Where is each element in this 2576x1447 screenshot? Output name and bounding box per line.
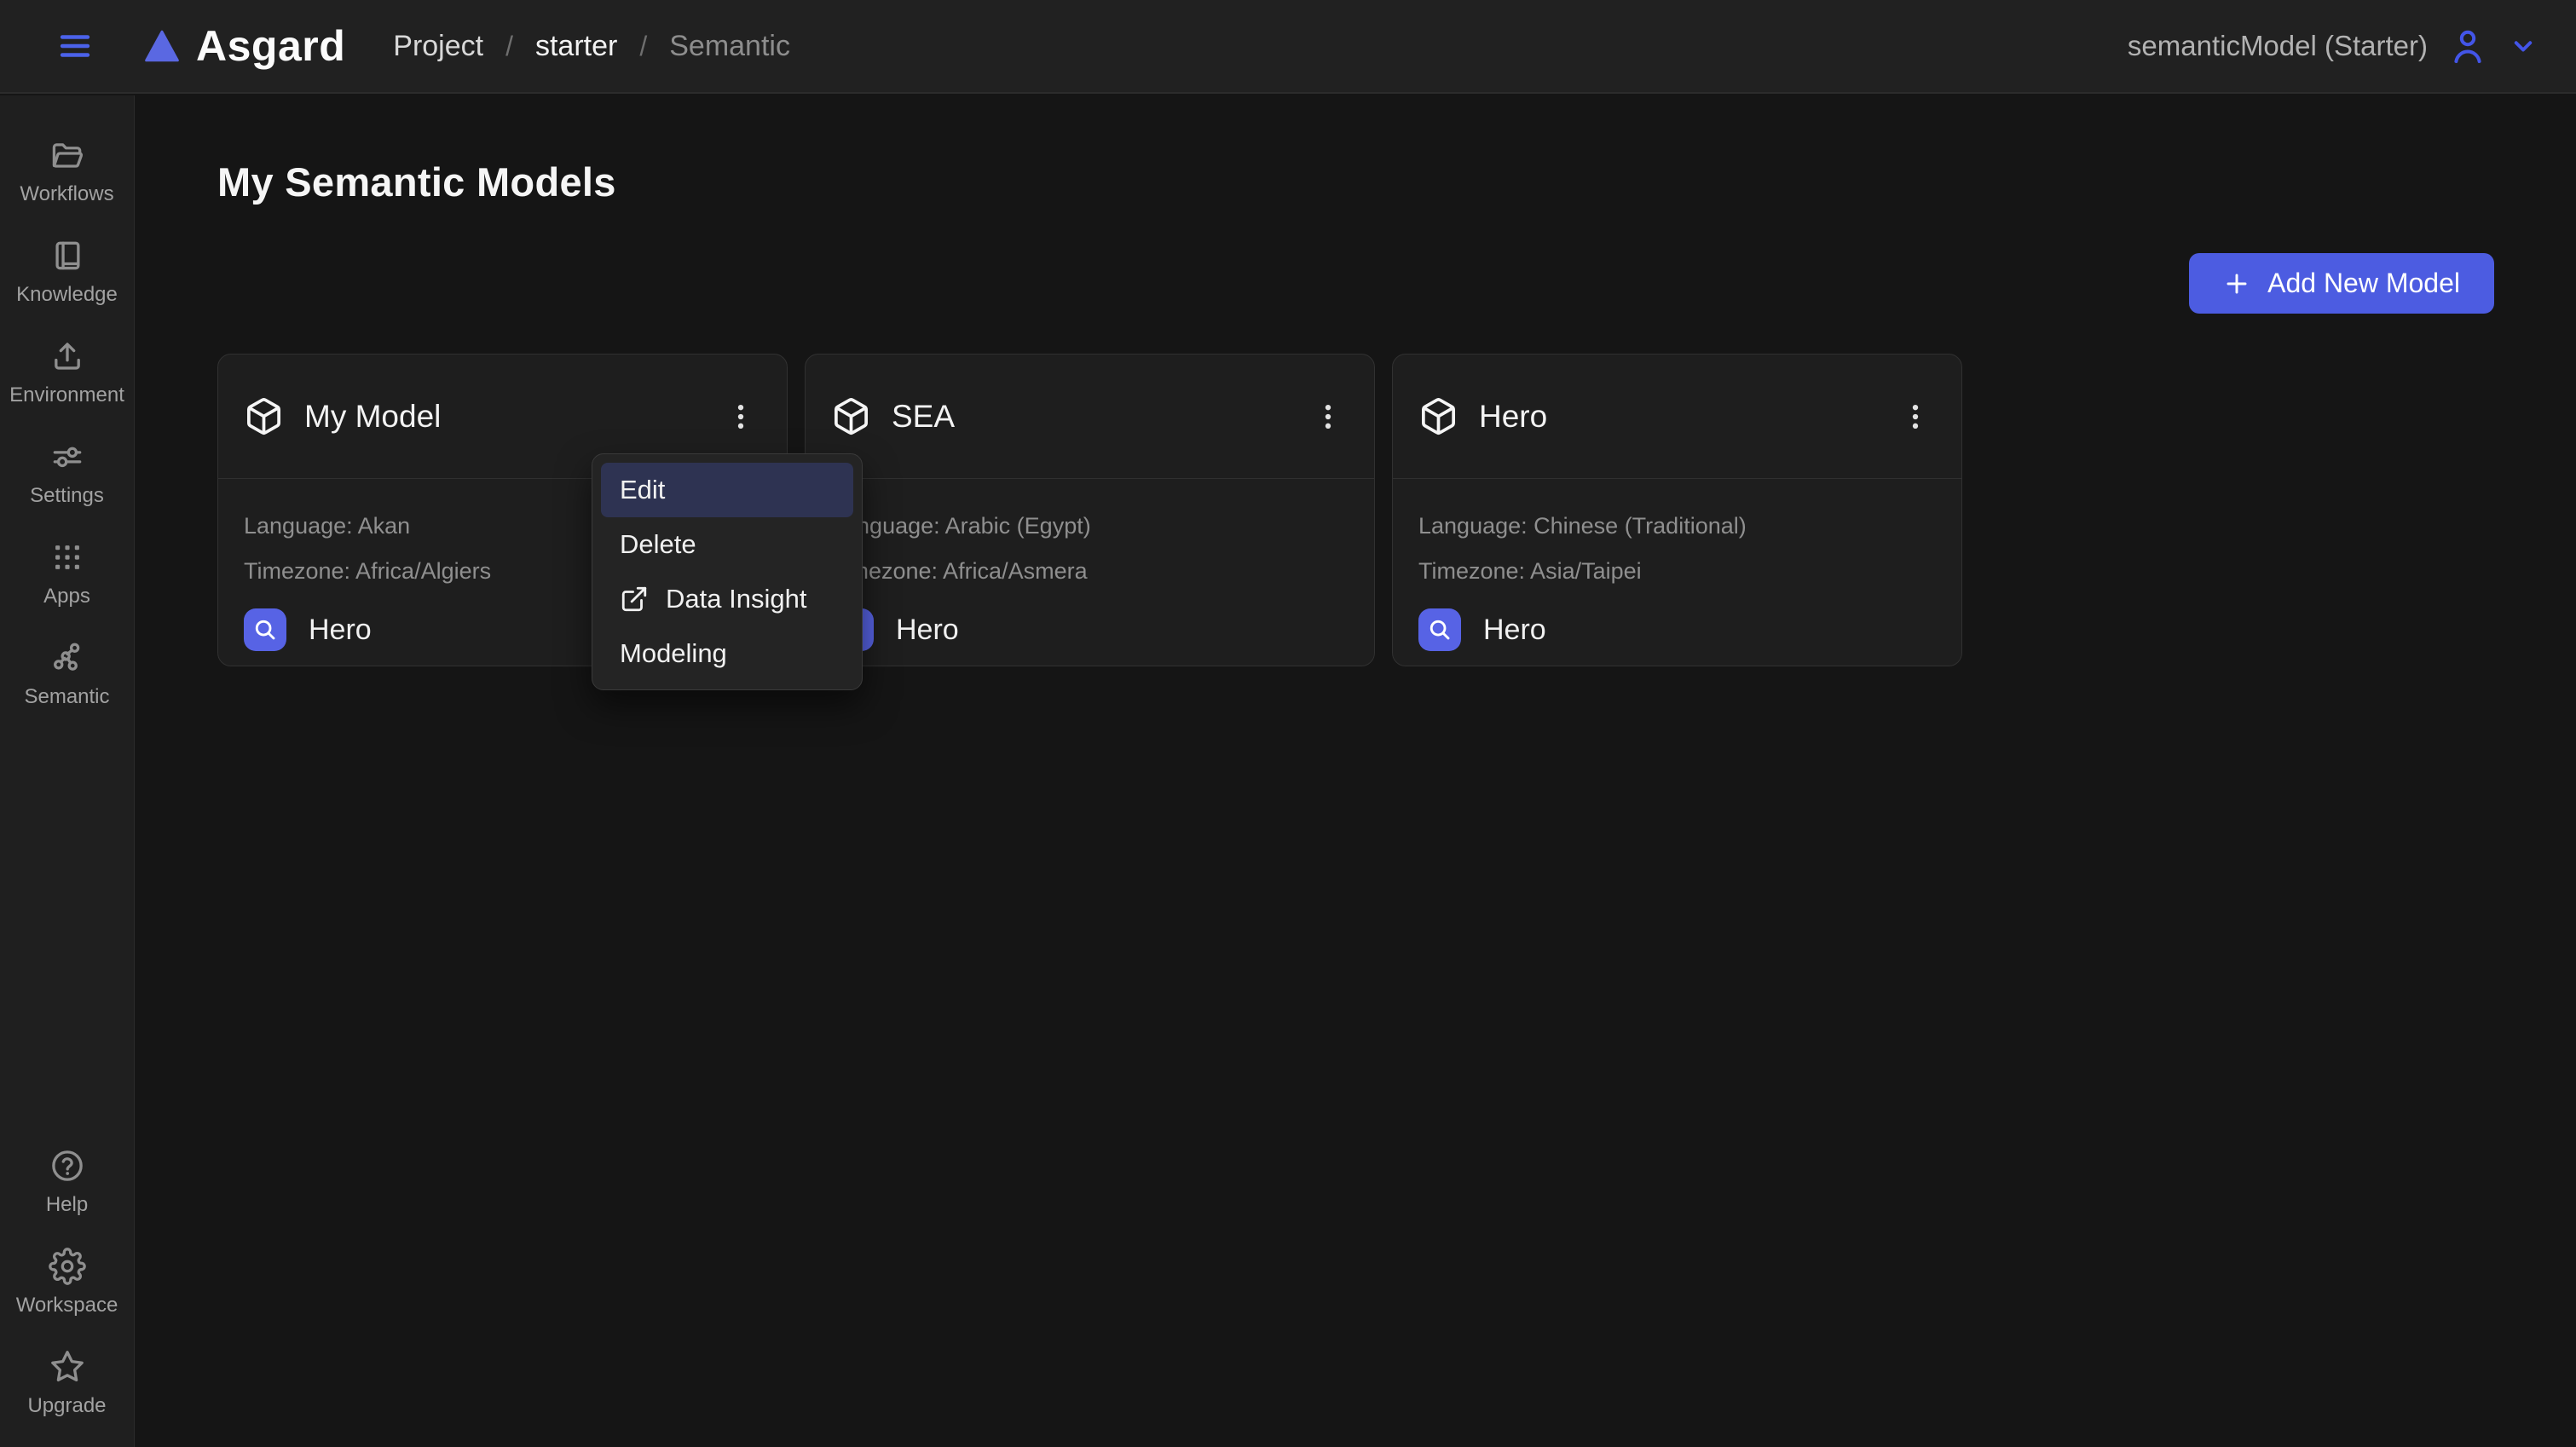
menu-item-modeling[interactable]: Modeling xyxy=(601,626,853,681)
add-new-model-label: Add New Model xyxy=(2267,268,2460,298)
menu-item-label: Data Insight xyxy=(666,584,807,614)
page-title: My Semantic Models xyxy=(217,159,616,205)
kebab-icon xyxy=(1311,400,1345,434)
card-title: SEA xyxy=(892,398,956,434)
menu-item-label: Edit xyxy=(620,475,666,504)
card-header: Hero xyxy=(1393,355,1961,479)
account-dropdown-button[interactable] xyxy=(2508,31,2538,61)
kebab-icon xyxy=(1898,400,1932,434)
book-icon xyxy=(49,237,86,274)
menu-item-data-insight[interactable]: Data Insight xyxy=(601,572,853,626)
card-menu-button[interactable] xyxy=(1895,396,1936,437)
sidebar-item-label: Settings xyxy=(30,484,104,507)
sidebar-item-label: Semantic xyxy=(24,685,110,708)
hero-badge-label: Hero xyxy=(1483,613,1546,646)
card-title: My Model xyxy=(304,398,442,434)
sidebar-item-label: Workspace xyxy=(15,1294,118,1317)
card-language: Language: Chinese (Traditional) xyxy=(1418,513,1747,539)
sidebar-item-settings[interactable]: Settings xyxy=(0,438,134,508)
sidebar-item-workspace[interactable]: Workspace xyxy=(0,1248,134,1317)
model-card-sea[interactable]: SEA Language: Arabic (Egypt) Timezone: A… xyxy=(805,354,1375,666)
triangle-logo-icon xyxy=(142,26,182,66)
sidebar-item-environment[interactable]: Environment xyxy=(0,337,134,407)
network-icon xyxy=(49,639,86,677)
sidebar-item-label: Upgrade xyxy=(27,1394,107,1417)
app-logo[interactable]: Asgard xyxy=(142,21,345,71)
hero-badge-label: Hero xyxy=(896,613,959,646)
cube-icon xyxy=(244,396,284,436)
card-menu-button[interactable] xyxy=(1308,396,1349,437)
sidebar-item-label: Workflows xyxy=(20,182,114,205)
menu-item-edit[interactable]: Edit xyxy=(601,463,853,517)
model-card-list: My Model Language: Akan Timezone: Africa… xyxy=(217,354,1962,666)
main-content: My Semantic Models Add New Model My Mode… xyxy=(136,95,2576,1447)
breadcrumb-separator: / xyxy=(505,30,513,61)
chevron-down-icon xyxy=(2508,31,2538,61)
menu-item-label: Modeling xyxy=(620,638,727,668)
card-context-menu: Edit Delete Data Insight Modeling xyxy=(592,453,863,690)
card-header: SEA xyxy=(806,355,1374,479)
hero-badge: Hero xyxy=(831,608,1349,651)
sidebar-footer-nav: Help Workspace Upgrade xyxy=(0,1147,134,1418)
hamburger-icon xyxy=(55,28,95,64)
add-new-model-button[interactable]: Add New Model xyxy=(2189,253,2494,314)
app-name: Asgard xyxy=(196,22,346,70)
menu-item-label: Delete xyxy=(620,529,696,559)
model-card-hero[interactable]: Hero Language: Chinese (Traditional) Tim… xyxy=(1392,354,1962,666)
breadcrumb-current: Semantic xyxy=(669,29,790,62)
sidebar-item-apps[interactable]: Apps xyxy=(0,539,134,608)
card-timezone: Timezone: Asia/Taipei xyxy=(1418,558,1642,584)
hero-badge: Hero xyxy=(1418,608,1936,651)
cube-icon xyxy=(1418,396,1458,436)
help-circle-icon xyxy=(49,1147,86,1185)
breadcrumb: Project / starter / Semantic xyxy=(393,30,790,63)
grid-dots-icon xyxy=(49,539,86,576)
card-menu-button[interactable] xyxy=(720,396,761,437)
star-icon xyxy=(49,1348,86,1386)
sidebar-item-label: Help xyxy=(45,1193,89,1216)
kebab-icon xyxy=(724,400,758,434)
upload-icon xyxy=(49,337,86,375)
sliders-icon xyxy=(49,438,86,476)
card-timezone: Timezone: Africa/Asmera xyxy=(831,558,1088,584)
sidebar: Workflows Knowledge Environment Settings xyxy=(0,95,135,1447)
sidebar-item-workflows[interactable]: Workflows xyxy=(0,136,134,206)
sidebar-item-semantic[interactable]: Semantic xyxy=(0,639,134,709)
card-title: Hero xyxy=(1479,398,1548,434)
folder-icon xyxy=(49,136,86,174)
external-link-icon xyxy=(620,585,649,614)
sidebar-item-label: Environment xyxy=(9,383,124,406)
breadcrumb-starter[interactable]: starter xyxy=(535,30,617,63)
account-label: semanticModel (Starter) xyxy=(2127,30,2428,61)
header-account-area: semanticModel (Starter) xyxy=(2128,25,2538,67)
user-avatar-button[interactable] xyxy=(2446,25,2489,67)
sidebar-item-label: Knowledge xyxy=(16,283,118,306)
plus-icon xyxy=(2223,270,2250,297)
cube-icon xyxy=(831,396,871,436)
card-language: Language: Arabic (Egypt) xyxy=(831,513,1091,539)
search-icon xyxy=(244,608,286,651)
card-body: Language: Chinese (Traditional) Timezone… xyxy=(1393,479,1961,651)
user-icon xyxy=(2447,26,2488,66)
sidebar-item-upgrade[interactable]: Upgrade xyxy=(0,1348,134,1418)
sidebar-item-help[interactable]: Help xyxy=(0,1147,134,1217)
card-body: Language: Arabic (Egypt) Timezone: Afric… xyxy=(806,479,1374,651)
breadcrumb-project[interactable]: Project xyxy=(393,30,483,63)
search-icon xyxy=(1418,608,1461,651)
top-header: Asgard Project / starter / Semantic sema… xyxy=(0,0,2576,94)
sidebar-item-knowledge[interactable]: Knowledge xyxy=(0,237,134,307)
sidebar-item-label: Apps xyxy=(43,585,90,608)
breadcrumb-separator: / xyxy=(639,30,648,61)
hamburger-menu-button[interactable] xyxy=(53,26,97,66)
sidebar-main-nav: Workflows Knowledge Environment Settings xyxy=(0,136,134,709)
gear-icon xyxy=(48,1248,86,1285)
menu-item-delete[interactable]: Delete xyxy=(601,517,853,572)
hero-badge-label: Hero xyxy=(309,613,372,646)
